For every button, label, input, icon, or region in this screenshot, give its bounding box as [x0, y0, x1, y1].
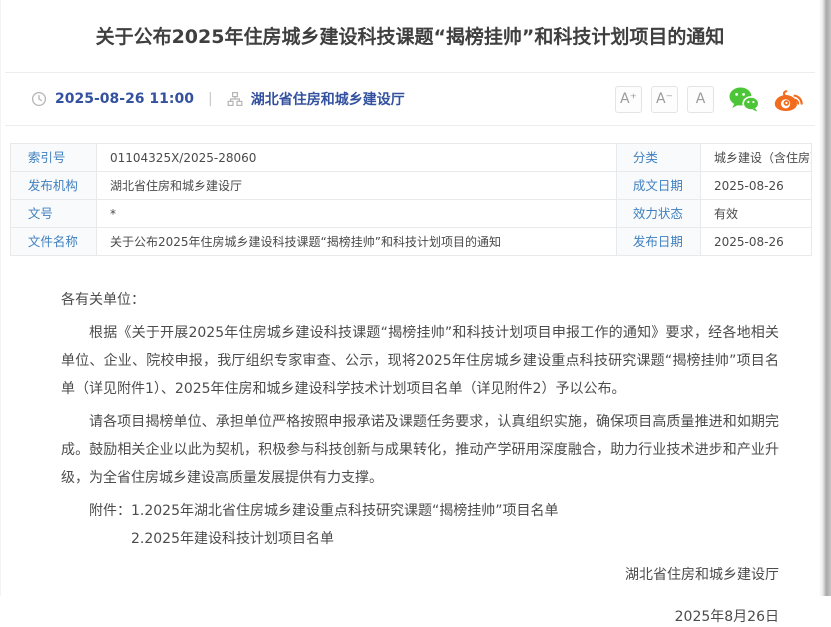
page-title: 关于公布2025年住房城乡建设科技课题“揭榜挂帅”和科技计划项目的通知 — [96, 24, 725, 50]
page-edge-shadow — [819, 0, 831, 596]
salutation: 各有关单位： — [61, 286, 779, 314]
title-block: 关于公布2025年住房城乡建设科技课题“揭榜挂帅”和科技计划项目的通知 — [1, 0, 819, 72]
category-label: 分类 — [617, 144, 701, 172]
font-decrease-button[interactable]: A⁻ — [651, 86, 678, 113]
publisher-label: 发布机构 — [11, 172, 97, 200]
meta-actions: A⁺ A⁻ A — [606, 86, 804, 113]
document-page: 关于公布2025年住房城乡建设科技课题“揭榜挂帅”和科技计划项目的通知 2025… — [0, 0, 819, 596]
weibo-icon — [773, 86, 804, 113]
meta-bar: 2025-08-26 11:00 | 湖北省住房和城乡建设厅 A⁺ A⁻ A — [1, 73, 819, 125]
wechat-icon — [728, 86, 759, 113]
table-row: 索引号 01104325X/2025-28060 分类 城乡建设（含住房） — [11, 144, 812, 172]
doc-title-label: 文件名称 — [11, 228, 97, 256]
source-name: 湖北省住房和城乡建设厅 — [251, 89, 405, 109]
index-number-label: 索引号 — [11, 144, 97, 172]
divider — [5, 125, 815, 126]
org-icon — [227, 91, 243, 107]
font-increase-button[interactable]: A⁺ — [615, 86, 642, 113]
attachment-item-2: 2.2025年建设科技计划项目名单 — [61, 525, 779, 553]
clock-icon — [31, 91, 47, 107]
validity-value: 有效 — [701, 200, 812, 228]
doc-number-label: 文号 — [11, 200, 97, 228]
separator: | — [208, 91, 213, 107]
table-row: 文件名称 关于公布2025年住房城乡建设科技课题“揭榜挂帅”和科技计划项目的通知… — [11, 228, 812, 256]
issue-date-label: 成文日期 — [617, 172, 701, 200]
index-number-value: 01104325X/2025-28060 — [97, 144, 617, 172]
signature: 湖北省住房和城乡建设厅 — [61, 565, 779, 585]
publish-date-label: 发布日期 — [617, 228, 701, 256]
doc-number-value: * — [97, 200, 617, 228]
article-body: 各有关单位： 根据《关于开展2025年住房城乡建设科技课题“揭榜挂帅”和科技计划… — [1, 256, 819, 627]
source-link[interactable]: 湖北省住房和城乡建设厅 — [227, 89, 405, 109]
publisher-value: 湖北省住房和城乡建设厅 — [97, 172, 617, 200]
info-table: 索引号 01104325X/2025-28060 分类 城乡建设（含住房） 发布… — [10, 143, 812, 256]
meta-info: 2025-08-26 11:00 | 湖北省住房和城乡建设厅 — [31, 89, 405, 109]
table-row: 发布机构 湖北省住房和城乡建设厅 成文日期 2025-08-26 — [11, 172, 812, 200]
category-value: 城乡建设（含住房） — [701, 144, 812, 172]
validity-label: 效力状态 — [617, 200, 701, 228]
font-reset-button[interactable]: A — [687, 86, 714, 113]
weibo-share-button[interactable] — [773, 86, 804, 113]
publish-time: 2025-08-26 11:00 — [55, 91, 194, 107]
signature-date: 2025年8月26日 — [61, 607, 779, 627]
table-row: 文号 * 效力状态 有效 — [11, 200, 812, 228]
doc-title-value: 关于公布2025年住房城乡建设科技课题“揭榜挂帅”和科技计划项目的通知 — [97, 228, 617, 256]
attachment-item-1: 附件：1.2025年湖北省住房城乡建设重点科技研究课题“揭榜挂帅”项目名单 — [61, 497, 779, 525]
issue-date-value: 2025-08-26 — [701, 172, 812, 200]
publish-date-value: 2025-08-26 — [701, 228, 812, 256]
paragraph-2: 请各项目揭榜单位、承担单位严格按照申报承诺及课题任务要求，认真组织实施，确保项目… — [61, 408, 779, 492]
wechat-share-button[interactable] — [728, 86, 759, 113]
paragraph-1: 根据《关于开展2025年住房城乡建设科技课题“揭榜挂帅”和科技计划项目申报工作的… — [61, 319, 779, 403]
